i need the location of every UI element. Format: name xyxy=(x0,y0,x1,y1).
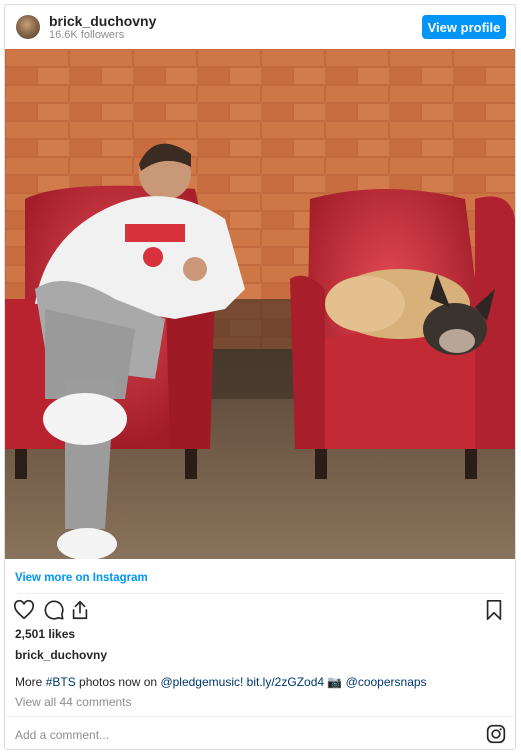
view-all-comments-link[interactable]: View all 44 comments xyxy=(15,695,132,709)
post-caption: More #BTS photos now on @pledgemusic! bi… xyxy=(15,675,427,689)
followers-count: 16.6K followers xyxy=(49,29,125,41)
heart-icon[interactable] xyxy=(13,599,35,621)
username[interactable]: brick_duchovny xyxy=(49,14,156,29)
share-icon[interactable] xyxy=(69,599,91,621)
likes-count[interactable]: 2,501 likes xyxy=(15,627,75,641)
divider xyxy=(15,593,505,594)
action-bar xyxy=(5,599,515,623)
bookmark-icon[interactable] xyxy=(483,599,505,621)
mention-link[interactable]: @coopersnaps xyxy=(346,675,427,689)
caption-text: photos now on xyxy=(75,675,161,689)
add-comment-input[interactable]: Add a comment... xyxy=(15,728,109,742)
view-more-link[interactable]: View more on Instagram xyxy=(15,571,148,585)
caption-text: More xyxy=(15,675,46,689)
instagram-embed: brick_duchovny 16.6K followers View prof… xyxy=(4,4,516,750)
avatar[interactable] xyxy=(16,15,40,39)
hashtag-link[interactable]: #BTS xyxy=(46,675,76,689)
url-link[interactable]: bit.ly/2zGZod4 xyxy=(247,675,324,689)
view-profile-button[interactable]: View profile xyxy=(422,15,506,39)
comment-icon[interactable] xyxy=(43,599,65,621)
post-header: brick_duchovny 16.6K followers View prof… xyxy=(5,5,515,49)
camera-emoji: 📷 xyxy=(324,675,346,689)
instagram-icon[interactable] xyxy=(486,724,506,744)
caption-username[interactable]: brick_duchovny xyxy=(15,648,107,662)
post-photo[interactable] xyxy=(5,49,515,559)
mention-link[interactable]: @pledgemusic! xyxy=(160,675,243,689)
post-photo-image xyxy=(5,49,515,559)
divider xyxy=(5,716,515,717)
